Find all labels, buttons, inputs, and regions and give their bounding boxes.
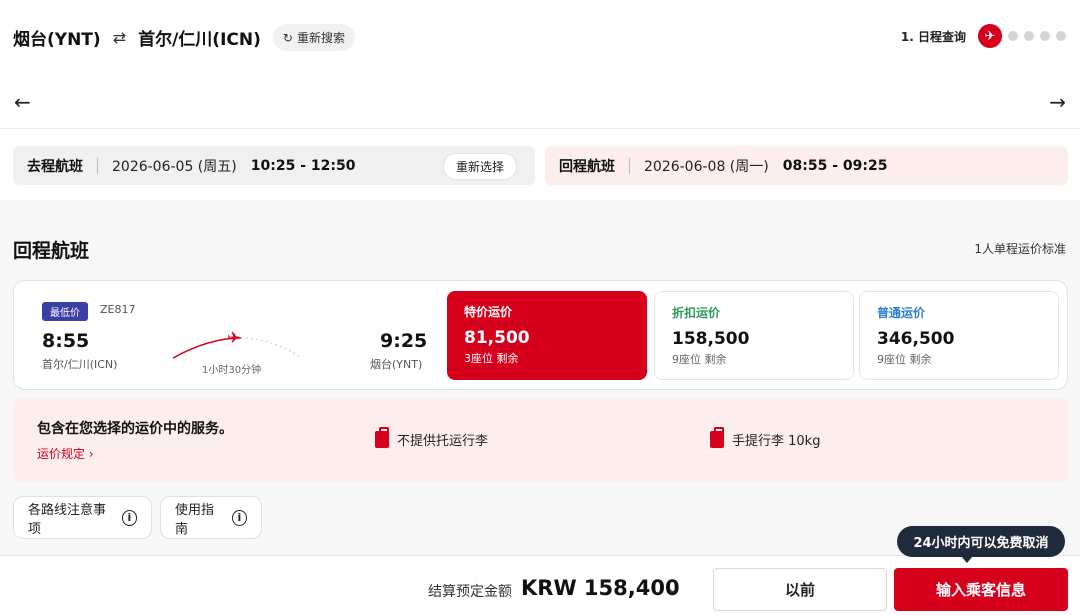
divider (97, 157, 98, 174)
flight-number: ZE817 (100, 303, 136, 316)
fare-rules-link[interactable]: 运价规定 › (37, 445, 94, 462)
flight-duration: 1小时30分钟 (202, 365, 262, 376)
selection-summary: 去程航班 2026-06-05 (周五) 10:25 - 12:50 重新选择 … (0, 129, 1080, 200)
route-notes-button[interactable]: 各路线注意事项 i (13, 496, 152, 539)
total-amount: KRW 158,400 (521, 576, 680, 600)
return-time: 08:55 - 09:25 (782, 157, 888, 174)
departure-time: 8:55 (42, 330, 90, 352)
service-label: 手提行李 10kg (732, 434, 821, 449)
fare-name: 特价运价 (464, 305, 513, 319)
fare-name: 折扣运价 (672, 306, 721, 320)
arrow-left-icon[interactable]: ← (14, 90, 31, 114)
checkout-bar: 结算预定金额 KRW 158,400 ⌄ 以前 输入乘客信息 (0, 555, 1080, 615)
fare-seats: 9座位 剩余 (877, 353, 932, 366)
arrow-right-icon[interactable]: → (1049, 90, 1066, 114)
step-dot (1024, 31, 1034, 41)
fare-price: 346,500 (877, 329, 955, 349)
airplane-icon: ✈ (978, 24, 1002, 48)
services-title: 包含在您选择的运价中的服务。 (37, 421, 233, 437)
route-notes-label: 各路线注意事项 (28, 502, 107, 537)
free-cancel-tooltip: 24小时内可以免费取消 (897, 526, 1065, 563)
date-nav: ← → (0, 88, 1080, 118)
route-summary: 烟台(YNT) ⇄ 首尔/仁川(ICN) ↻ 重新搜索 (13, 24, 355, 51)
chevron-down-icon[interactable]: ⌄ (666, 578, 679, 597)
fare-name: 普通运价 (877, 306, 926, 320)
fare-option-normal[interactable]: 普通运价 346,500 9座位 剩余 (859, 291, 1059, 380)
fare-standard-note: 1人单程运价标准 (974, 242, 1066, 256)
origin-city: 烟台(YNT) (13, 30, 101, 50)
swap-icon[interactable]: ⇄ (113, 28, 126, 47)
included-services: 包含在您选择的运价中的服务。 运价规定 › 不提供托运行李 手提行李 10kg (13, 398, 1068, 482)
luggage-icon (375, 427, 389, 448)
previous-button[interactable]: 以前 (713, 568, 887, 611)
refresh-icon: ↻ (282, 30, 293, 45)
return-summary: 回程航班 2026-06-08 (周一) 08:55 - 09:25 (545, 146, 1068, 185)
step-indicator: 1. 日程查询 ✈ (901, 24, 1066, 48)
lowest-price-badge: 最低价 (42, 302, 88, 321)
fare-seats: 3座位 剩余 (464, 352, 519, 365)
outbound-time: 10:25 - 12:50 (250, 157, 356, 174)
research-label: 重新搜索 (296, 31, 345, 45)
guide-label: 使用指南 (175, 502, 215, 537)
departure-airport: 首尔/仁川(ICN) (42, 358, 118, 371)
fare-option-special[interactable]: 特价运价 81,500 3座位 剩余 (447, 291, 647, 380)
service-item: 手提行李 10kg (710, 427, 821, 449)
svg-text:✈: ✈ (227, 328, 240, 347)
fare-price: 158,500 (672, 329, 750, 349)
total-label: 结算预定金额 (428, 584, 512, 600)
outbound-date: 2026-06-05 (周五) (112, 158, 237, 175)
info-icon: i (231, 509, 247, 526)
bag-icon (710, 427, 724, 448)
enter-passenger-button[interactable]: 输入乘客信息 (894, 568, 1068, 611)
divider (629, 157, 630, 174)
fare-seats: 9座位 剩余 (672, 353, 727, 366)
step-dot (1056, 31, 1066, 41)
section-title: 回程航班 (13, 240, 90, 262)
reselect-button[interactable]: 重新选择 (442, 153, 517, 180)
fare-price: 81,500 (464, 328, 530, 348)
service-item: 不提供托运行李 (375, 427, 489, 449)
step-dot (1040, 31, 1050, 41)
fare-option-discount[interactable]: 折扣运价 158,500 9座位 剩余 (654, 291, 854, 380)
flight-card: 最低价 ZE817 8:55 首尔/仁川(ICN) ✈ 1小时30分钟 9:25… (13, 280, 1068, 390)
research-button[interactable]: ↻ 重新搜索 (272, 24, 355, 51)
flight-path-icon: ✈ (172, 328, 300, 359)
step-dot (1008, 31, 1018, 41)
service-label: 不提供托运行李 (397, 434, 489, 449)
step-label: 1. 日程查询 (900, 29, 966, 44)
info-icon: i (121, 509, 137, 526)
outbound-title: 去程航班 (27, 158, 83, 175)
header: 烟台(YNT) ⇄ 首尔/仁川(ICN) ↻ 重新搜索 1. 日程查询 ✈ (0, 0, 1080, 72)
guide-button[interactable]: 使用指南 i (160, 496, 262, 539)
return-date: 2026-06-08 (周一) (644, 158, 769, 175)
outbound-summary: 去程航班 2026-06-05 (周五) 10:25 - 12:50 重新选择 (13, 146, 535, 185)
arrival-time: 9:25 (380, 330, 428, 352)
destination-city: 首尔/仁川(ICN) (138, 30, 261, 50)
arrival-airport: 烟台(YNT) (370, 358, 423, 371)
return-title: 回程航班 (559, 158, 615, 175)
